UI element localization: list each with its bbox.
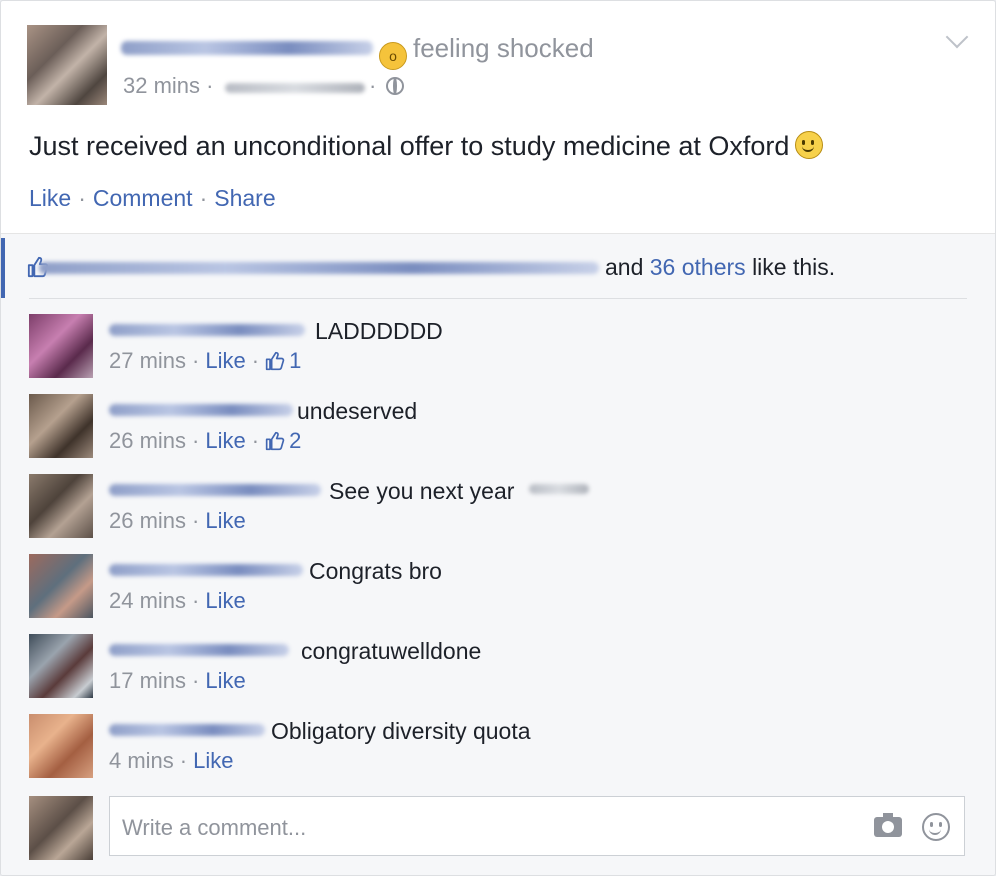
location-redacted bbox=[225, 83, 365, 93]
likers-names-redacted[interactable] bbox=[39, 262, 599, 274]
comment-time[interactable]: 24 mins bbox=[109, 588, 186, 613]
comment-meta: 24 mins · Like bbox=[109, 588, 246, 613]
likes-accent-bar bbox=[1, 238, 5, 298]
comment-time[interactable]: 26 mins bbox=[109, 508, 186, 533]
thumbs-up-icon bbox=[265, 431, 285, 451]
comment-placeholder: Write a comment... bbox=[122, 815, 307, 840]
post-timestamp[interactable]: 32 mins · bbox=[123, 73, 214, 99]
feeling-label: feeling shocked bbox=[413, 33, 594, 63]
comment-meta: 17 mins · Like bbox=[109, 668, 246, 693]
author-avatar[interactable] bbox=[27, 25, 107, 105]
comment-text: See you next year bbox=[329, 478, 515, 504]
comment-time[interactable]: 17 mins bbox=[109, 668, 186, 693]
commenter-avatar[interactable] bbox=[29, 634, 93, 698]
post-card: o feeling shocked 32 mins · · Just receiv… bbox=[0, 0, 996, 876]
comment: undeserved 26 mins · Like · 2 bbox=[1, 394, 995, 466]
comment-like-link[interactable]: Like bbox=[193, 748, 233, 773]
comment-meta: 4 mins · Like bbox=[109, 748, 234, 773]
like-link[interactable]: Like bbox=[29, 185, 71, 211]
comment-text: undeserved bbox=[297, 398, 418, 424]
post-actions: Like · Comment · Share bbox=[29, 185, 276, 211]
comment-text: LADDDDDD bbox=[315, 318, 443, 344]
others-link[interactable]: 36 others bbox=[650, 254, 746, 280]
commenter-name-redacted[interactable] bbox=[109, 404, 293, 416]
comment: LADDDDDD 27 mins · Like · 1 bbox=[1, 314, 995, 386]
author-name-redacted[interactable] bbox=[121, 41, 373, 55]
comment-like-link[interactable]: Like bbox=[205, 588, 245, 613]
camera-icon[interactable] bbox=[874, 813, 902, 837]
commenter-name-redacted[interactable] bbox=[109, 724, 265, 736]
comment-meta: 26 mins · Like bbox=[109, 508, 246, 533]
comment: Congrats bro 24 mins · Like bbox=[1, 554, 995, 626]
commenter-avatar[interactable] bbox=[29, 474, 93, 538]
commenter-name-redacted[interactable] bbox=[109, 484, 321, 496]
smile-emoji-icon bbox=[795, 131, 824, 159]
commenter-avatar[interactable] bbox=[29, 714, 93, 778]
comment: See you next year 26 mins · Like bbox=[1, 474, 995, 546]
comment: Obligatory diversity quota 4 mins · Like bbox=[1, 714, 995, 786]
feedback-area: and 36 others like this. LADDDDDD 27 min… bbox=[1, 233, 995, 875]
globe-icon[interactable] bbox=[386, 77, 404, 95]
likes-text: and 36 others like this. bbox=[605, 254, 836, 280]
comment-like-link[interactable]: Like bbox=[205, 508, 245, 533]
comment-text: Congrats bro bbox=[309, 558, 442, 584]
comment: congratuwelldone 17 mins · Like bbox=[1, 634, 995, 706]
commenter-name-redacted[interactable] bbox=[109, 644, 289, 656]
comment-time[interactable]: 27 mins bbox=[109, 348, 186, 373]
comment-like-link[interactable]: Like bbox=[205, 428, 245, 453]
emoji-icon[interactable] bbox=[922, 813, 950, 841]
comment-meta: 27 mins · Like · 1 bbox=[109, 348, 302, 373]
redacted-word bbox=[529, 484, 589, 494]
comment-input[interactable]: Write a comment... bbox=[109, 796, 965, 856]
commenter-avatar[interactable] bbox=[29, 554, 93, 618]
commenter-name-redacted[interactable] bbox=[109, 324, 305, 336]
shocked-emoji-icon: o bbox=[379, 42, 407, 70]
comment-link[interactable]: Comment bbox=[93, 185, 193, 211]
comment-like-link[interactable]: Like bbox=[205, 348, 245, 373]
chevron-down-icon[interactable] bbox=[945, 25, 969, 49]
divider bbox=[29, 298, 967, 299]
comment-like-count[interactable]: 1 bbox=[289, 348, 301, 373]
post-text: Just received an unconditional offer to … bbox=[29, 131, 824, 162]
comment-text: Obligatory diversity quota bbox=[271, 718, 531, 744]
feeling-status: o feeling shocked bbox=[379, 33, 594, 70]
comment-like-link[interactable]: Like bbox=[205, 668, 245, 693]
comment-meta: 26 mins · Like · 2 bbox=[109, 428, 302, 453]
comment-like-count[interactable]: 2 bbox=[289, 428, 301, 453]
commenter-avatar[interactable] bbox=[29, 314, 93, 378]
thumbs-up-icon bbox=[265, 351, 285, 371]
commenter-name-redacted[interactable] bbox=[109, 564, 303, 576]
commenter-avatar[interactable] bbox=[29, 394, 93, 458]
comment-time[interactable]: 4 mins bbox=[109, 748, 174, 773]
meta-separator: · bbox=[369, 73, 377, 98]
share-link[interactable]: Share bbox=[214, 185, 275, 211]
current-user-avatar[interactable] bbox=[29, 796, 93, 860]
comment-time[interactable]: 26 mins bbox=[109, 428, 186, 453]
comment-text: congratuwelldone bbox=[301, 638, 482, 664]
